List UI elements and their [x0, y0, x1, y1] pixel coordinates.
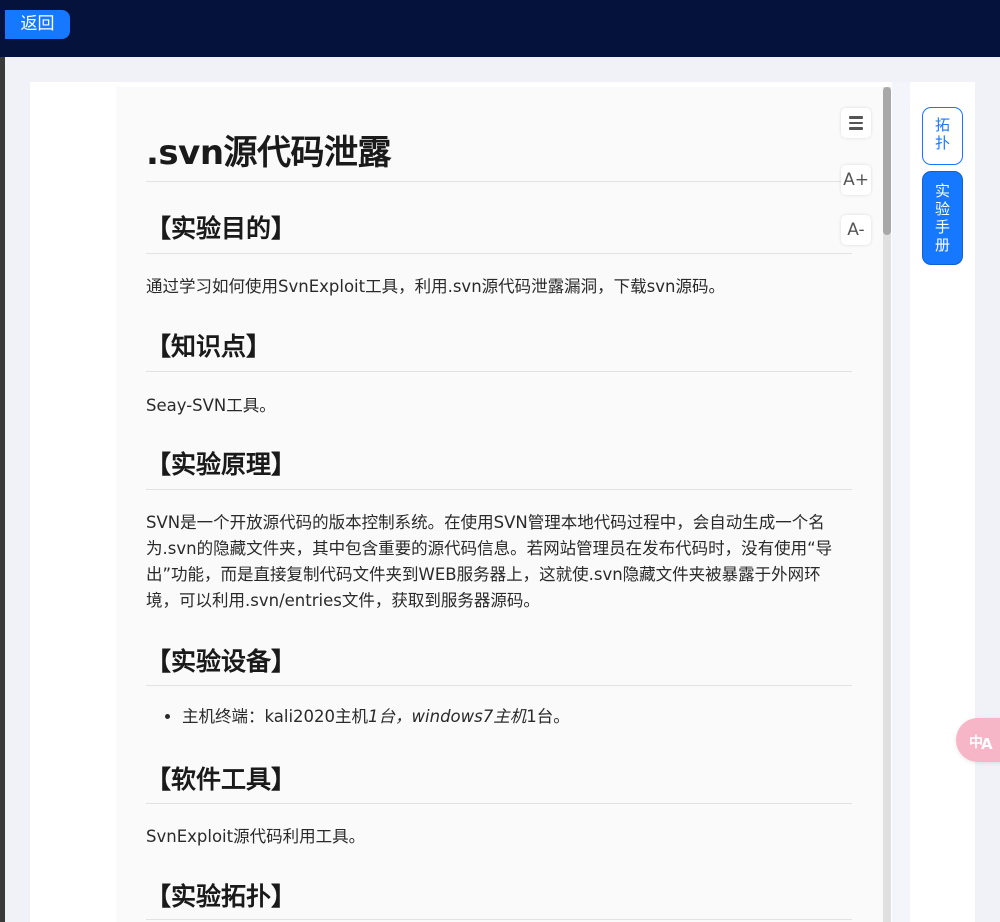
list-item: 主机终端：kali2020主机1台，windows7主机1台。 — [182, 704, 570, 730]
translate-icon: 中 A — [969, 734, 993, 753]
equipment-list: 主机终端：kali2020主机1台，windows7主机1台。 — [146, 704, 570, 730]
section-heading-software: 【软件工具】 — [146, 765, 297, 794]
section-body-principle: SVN是一个开放源代码的版本控制系统。在使用SVN管理本地代码过程中，会自动生成… — [146, 513, 833, 610]
lab-manual-document[interactable]: .svn源代码泄露 【实验目的】 通过学习如何使用SvnExploit工具，利用… — [116, 87, 891, 922]
tab-topology[interactable]: 拓 扑 — [922, 107, 963, 165]
section-body-software: SvnExploit源代码利用工具。 — [146, 827, 366, 846]
hamburger-menu-icon — [849, 116, 863, 130]
section-heading-equipment: 【实验设备】 — [146, 647, 297, 676]
svg-text:A: A — [981, 735, 993, 753]
menu-toggle-button[interactable] — [841, 108, 871, 138]
section-divider — [146, 919, 852, 920]
title-divider — [146, 181, 852, 182]
section-body-purpose: 通过学习如何使用SvnExploit工具，利用.svn源代码泄露漏洞，下载svn… — [146, 277, 725, 296]
font-decrease-button[interactable]: A- — [841, 215, 871, 245]
section-divider — [146, 371, 852, 372]
section-divider — [146, 685, 852, 686]
back-button[interactable]: 返回 — [5, 10, 70, 39]
font-increase-button[interactable]: A+ — [841, 165, 871, 195]
section-divider — [146, 803, 852, 804]
translate-button[interactable]: 中 A — [956, 718, 1000, 762]
document-scrollbar-thumb[interactable] — [883, 87, 891, 235]
document-title: .svn源代码泄露 — [146, 133, 392, 173]
section-body-knowledge: Seay-SVN工具。 — [146, 396, 276, 415]
section-heading-principle: 【实验原理】 — [146, 450, 297, 479]
section-heading-knowledge: 【知识点】 — [146, 332, 272, 361]
section-divider — [146, 489, 852, 490]
tab-lab-manual[interactable]: 实 验 手 册 — [922, 171, 963, 265]
section-heading-purpose: 【实验目的】 — [146, 214, 297, 243]
section-divider — [146, 253, 852, 254]
top-navigation-bar: 返回 — [0, 0, 1000, 57]
right-divider — [892, 82, 910, 922]
section-heading-topology: 【实验拓扑】 — [146, 882, 297, 911]
window-left-edge — [0, 0, 5, 922]
